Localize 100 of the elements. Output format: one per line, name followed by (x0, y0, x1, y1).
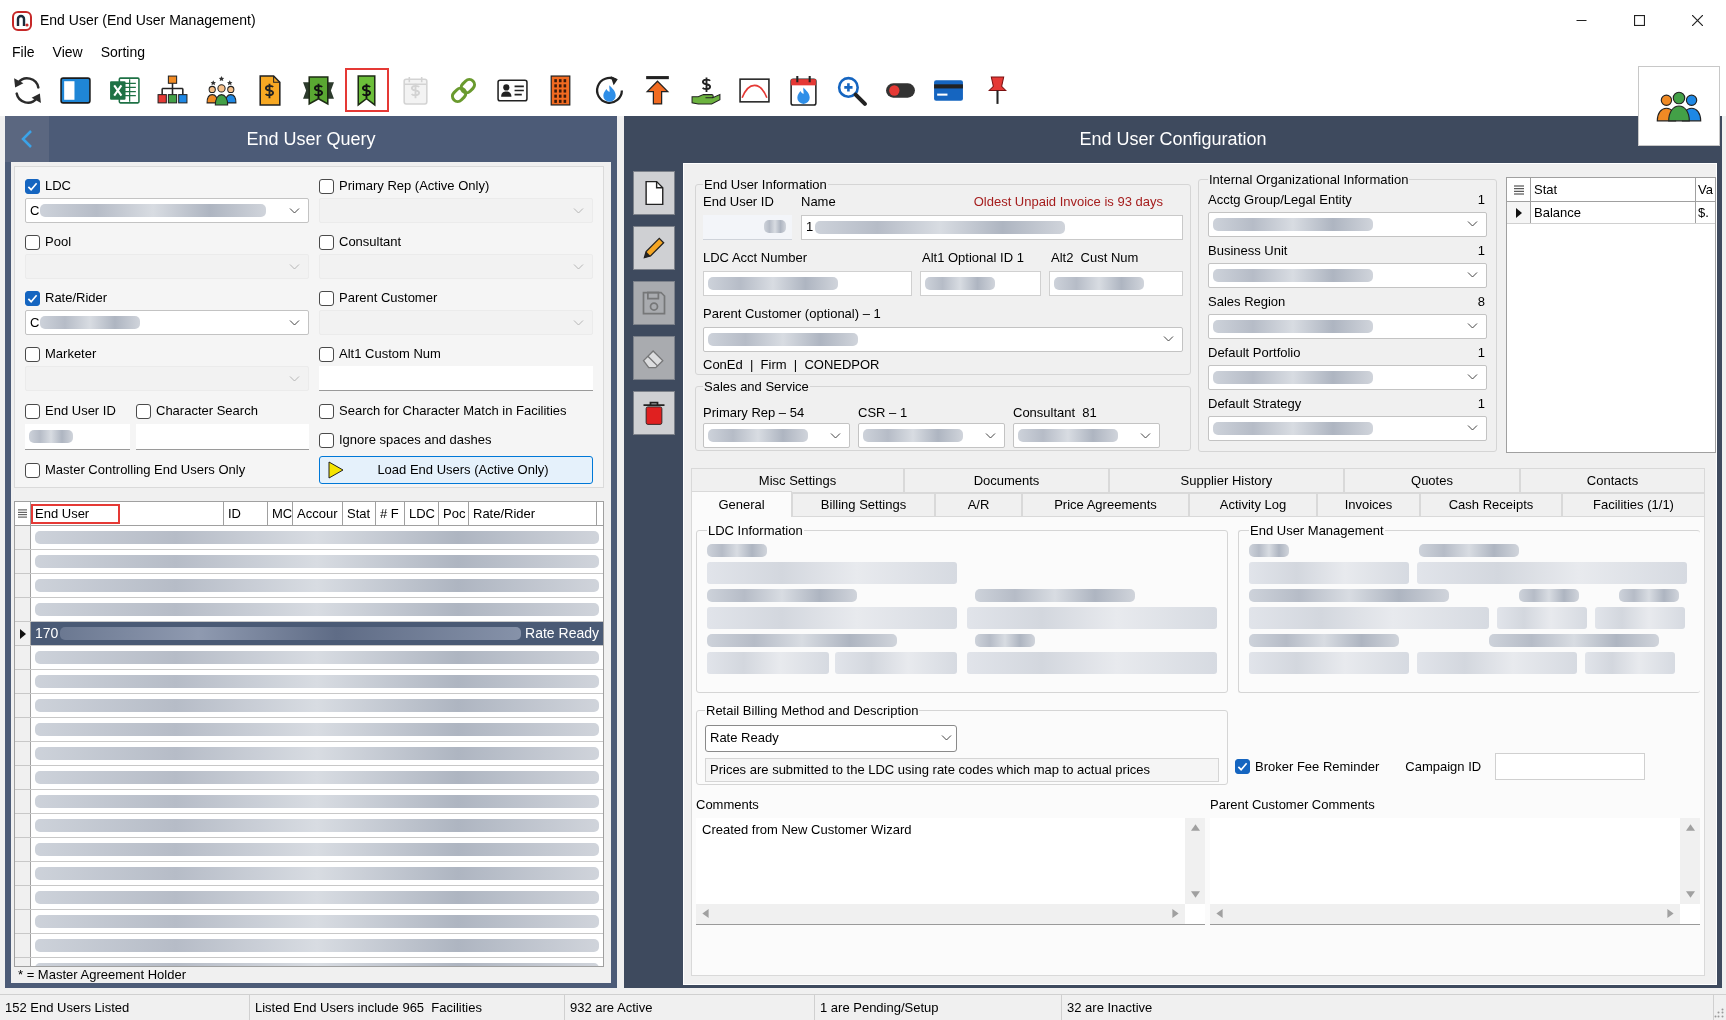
column-header[interactable]: End User (31, 503, 120, 524)
checkbox-label: Ignore spaces and dashes (339, 431, 492, 450)
group-title: Retail Billing Method and Description (705, 702, 920, 720)
dropdown[interactable]: C (25, 198, 309, 223)
input-field[interactable] (319, 366, 593, 391)
tool-button[interactable] (632, 391, 675, 435)
checkbox[interactable] (319, 346, 334, 362)
tab[interactable]: Cash Receipts (1420, 493, 1562, 517)
tab[interactable]: Misc Settings (691, 468, 904, 493)
status-text: 1 are Pending/Setup (820, 998, 939, 1017)
people-group-icon (1656, 90, 1702, 122)
module-button[interactable] (1638, 66, 1720, 146)
dropdown[interactable] (1013, 423, 1160, 448)
menu-item[interactable]: File (6, 42, 41, 63)
checkbox[interactable] (25, 462, 40, 478)
column-header[interactable]: LDC (405, 503, 439, 524)
status-text: 32 are Inactive (1067, 998, 1153, 1017)
menu-item[interactable]: Sorting (94, 42, 151, 63)
dropdown[interactable] (1208, 262, 1487, 288)
column-header[interactable]: # F (376, 503, 403, 524)
checkbox-label: Character Search (156, 402, 258, 421)
chevron-down-icon (289, 263, 300, 270)
text-area[interactable]: Created from New Customer Wizard (696, 817, 1205, 925)
tab[interactable]: Activity Log (1189, 493, 1317, 517)
checkbox[interactable] (25, 403, 40, 419)
tab[interactable]: General (691, 491, 792, 517)
dropdown[interactable] (1208, 211, 1487, 237)
checkbox-label: Marketer (45, 345, 97, 364)
checkbox[interactable] (319, 432, 334, 448)
checkbox-label: Rate/Rider (45, 289, 108, 308)
input-field[interactable] (136, 424, 309, 450)
input-field[interactable] (703, 214, 792, 240)
tab[interactable]: Billing Settings (792, 493, 935, 517)
chevron-down-icon (289, 207, 300, 214)
field-label: Alt2 Cust Num (1051, 249, 1139, 267)
dropdown[interactable] (703, 423, 850, 448)
toolbar-button[interactable] (344, 68, 389, 112)
dropdown[interactable]: C (25, 310, 309, 335)
column-header[interactable]: ID (224, 503, 245, 524)
field-label: Primary Rep – 54 (703, 403, 806, 422)
tab[interactable]: Facilities (1/1) (1562, 493, 1705, 517)
scroll-right-icon (1667, 909, 1674, 918)
row-header[interactable] (15, 622, 31, 645)
group-title: Internal Organizational Information (1208, 171, 1410, 189)
tab[interactable]: A/R (935, 493, 1022, 517)
dropdown[interactable]: Rate Ready (705, 724, 957, 752)
column-header[interactable]: Accour (293, 503, 342, 524)
list-icon (18, 509, 27, 518)
tab[interactable]: Price Agreements (1022, 493, 1189, 517)
chevron-down-icon (289, 375, 300, 382)
checkbox[interactable] (319, 403, 334, 419)
field-label: Name (801, 193, 836, 211)
input-field[interactable] (703, 270, 912, 296)
maximize-icon (1633, 15, 1645, 26)
tab[interactable]: Invoices (1317, 493, 1420, 517)
input-field[interactable] (1049, 270, 1183, 296)
blurred-text (29, 430, 73, 443)
checkmark-icon (27, 180, 38, 192)
tool-button[interactable] (632, 171, 675, 215)
column-header[interactable]: Rate/Rider (469, 503, 540, 524)
table-row[interactable]: 170 Rate Ready (31, 622, 603, 645)
play-icon (328, 461, 344, 479)
tab[interactable]: Contacts (1520, 468, 1705, 493)
chevron-down-icon (573, 263, 584, 270)
field-label: Acctg Group/Legal Entity (1208, 191, 1352, 209)
input-field[interactable] (1495, 753, 1646, 780)
column-header[interactable]: Stat (343, 503, 375, 524)
checkbox[interactable] (25, 178, 40, 194)
field-label: Parent Customer (optional) – 1 (703, 305, 881, 323)
column-header[interactable]: Va (1696, 178, 1715, 201)
checkbox-label: Consultant (339, 233, 402, 252)
menu-item[interactable]: View (46, 42, 89, 63)
row-header[interactable] (1507, 202, 1531, 223)
tab[interactable]: Quotes (1344, 468, 1520, 493)
dollar-ribbon-icon (301, 73, 335, 107)
dropdown[interactable] (1208, 364, 1487, 390)
input-field[interactable]: 1 (801, 214, 1183, 240)
chevron-down-icon (941, 735, 952, 741)
field-label: Comments (696, 796, 760, 814)
load-button[interactable]: Load End Users (Active Only) (319, 456, 593, 484)
checkbox[interactable] (25, 290, 40, 306)
field-label: Consultant 81 (1013, 403, 1098, 422)
panel-title: End User Configuration (1079, 127, 1267, 151)
input-field[interactable] (920, 270, 1041, 296)
column-header[interactable]: Poc (439, 503, 470, 524)
input-field[interactable] (25, 424, 130, 450)
tab[interactable]: Documents (904, 468, 1109, 493)
tool-button[interactable] (632, 226, 675, 270)
column-header[interactable]: Stat (1531, 178, 1696, 201)
chevron-down-icon (1467, 323, 1478, 329)
checkbox[interactable] (136, 403, 151, 419)
dropdown[interactable] (703, 326, 1183, 352)
text-area[interactable] (1210, 817, 1700, 925)
dropdown[interactable] (858, 423, 1005, 448)
dropdown[interactable] (1208, 313, 1487, 339)
checkbox[interactable] (1235, 759, 1250, 774)
tab[interactable]: Supplier History (1109, 468, 1344, 493)
checkbox-label: Primary Rep (Active Only) (339, 177, 490, 196)
dropdown[interactable] (1208, 415, 1487, 441)
field-label: Default Portfolio (1208, 344, 1301, 362)
